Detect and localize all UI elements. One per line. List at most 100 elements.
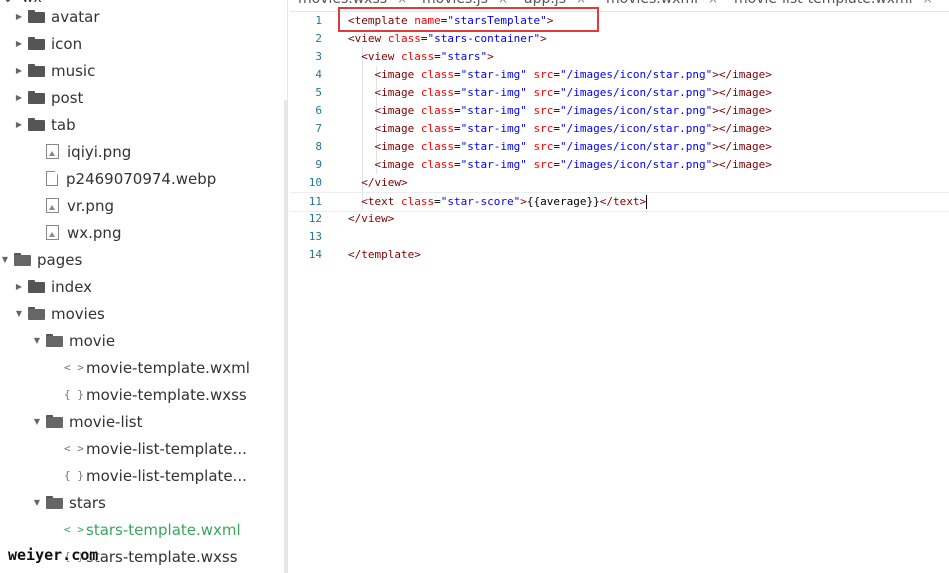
image-file-icon: [46, 144, 59, 159]
tree-item-tab[interactable]: ▶ tab: [0, 111, 285, 138]
line-number: 12: [308, 212, 322, 225]
code-line[interactable]: 2 <view class="stars-container">: [290, 30, 949, 48]
tree-item-wx-png[interactable]: ▶wx.png: [0, 219, 285, 246]
code-line[interactable]: 3 <view class="stars">: [290, 48, 949, 66]
code-token: ></image>: [712, 68, 772, 81]
code-line[interactable]: 8 <image class="star-img" src="/images/i…: [290, 138, 949, 156]
line-number: 4: [315, 68, 322, 81]
code-token: <image: [374, 158, 421, 171]
code-line[interactable]: 11 <text class="star-score">{{average}}<…: [290, 192, 949, 212]
code-token: <image: [374, 104, 421, 117]
editor-tab[interactable]: movie-list-template.wxml ×: [734, 0, 933, 7]
close-tab-icon[interactable]: ×: [498, 0, 508, 6]
code-line[interactable]: 10 </view>: [290, 174, 949, 192]
expanded-arrow-icon[interactable]: ▼: [32, 417, 42, 426]
tree-item-label: index: [51, 277, 93, 296]
collapsed-arrow-icon[interactable]: ▶: [14, 39, 24, 48]
close-tab-icon[interactable]: ×: [923, 0, 933, 6]
tree-item-movie[interactable]: ▼ movie: [0, 327, 285, 354]
code-token: <image: [374, 140, 421, 153]
text-cursor: [646, 195, 648, 209]
tree-item-label: stars-template.wxml: [86, 520, 241, 539]
code-line[interactable]: 12 </view>: [290, 210, 949, 228]
code-token: "stars-container": [427, 32, 541, 45]
collapsed-arrow-icon[interactable]: ▶: [14, 120, 24, 129]
code-token: =: [453, 140, 461, 153]
markup-file-icon: < >: [64, 361, 84, 374]
file-explorer-sidebar: ⌄ wx ▶avatar▶icon▶music▶post▶tab▶iqiyi.p…: [0, 0, 285, 573]
code-line[interactable]: 14 </template>: [290, 246, 949, 264]
code-token: =: [553, 86, 560, 99]
tree-item-avatar[interactable]: ▶ avatar: [0, 3, 285, 30]
tree-item-movie-list[interactable]: ▼ movie-list: [0, 408, 285, 435]
collapsed-arrow-icon[interactable]: ▶: [14, 66, 24, 75]
tree-item-icon[interactable]: ▶ icon: [0, 30, 285, 57]
code-token: class: [420, 68, 454, 81]
tree-item-label: p2469070974.webp: [66, 169, 217, 188]
code-text: <image class="star-img" src="/images/ico…: [348, 156, 772, 174]
code-text: <view class="stars-container">: [348, 30, 547, 48]
close-tab-icon[interactable]: ×: [576, 0, 586, 6]
folder-icon: [46, 415, 63, 428]
code-token: "/images/icon/star.png": [559, 122, 713, 135]
editor-tab[interactable]: movies.js ×: [422, 0, 508, 7]
code-text: <image class="star-img" src="/images/ico…: [348, 84, 772, 102]
expanded-arrow-icon[interactable]: ▼: [32, 498, 42, 507]
code-line[interactable]: 4 <image class="star-img" src="/images/i…: [290, 66, 949, 84]
tree-item-label: music: [51, 61, 96, 80]
style-file-icon: { }: [64, 469, 84, 482]
close-tab-icon[interactable]: ×: [708, 0, 718, 6]
tree-item-index[interactable]: ▶ index: [0, 273, 285, 300]
code-editor[interactable]: 1 <template name="starsTemplate"> 2 <view c…: [290, 12, 949, 573]
code-line[interactable]: 9 <image class="star-img" src="/images/i…: [290, 156, 949, 174]
line-number: 2: [315, 32, 322, 45]
code-token: ></image>: [712, 122, 772, 135]
tree-item-post[interactable]: ▶ post: [0, 84, 285, 111]
collapsed-arrow-icon[interactable]: ▶: [14, 282, 24, 291]
code-token: "star-img": [460, 140, 527, 153]
editor-tab[interactable]: movies.wxml ×: [606, 0, 718, 7]
tree-item-pages[interactable]: ▼ pages: [0, 246, 285, 273]
line-number: 8: [315, 140, 322, 153]
code-token: "star-score": [440, 195, 521, 208]
tab-label: movies.wxml: [606, 0, 698, 7]
tree-item-music[interactable]: ▶ music: [0, 57, 285, 84]
folder-icon: [28, 64, 45, 77]
tree-item-movie-list-template[interactable]: ▶< >movie-list-template...: [0, 435, 285, 462]
tree-item-stars[interactable]: ▼ stars: [0, 489, 285, 516]
code-token: <view: [348, 32, 388, 45]
code-text: </view>: [348, 174, 407, 192]
collapsed-arrow-icon[interactable]: ▶: [14, 93, 24, 102]
tree-item-iqiyi-png[interactable]: ▶iqiyi.png: [0, 138, 285, 165]
tree-item-p2469070974-webp[interactable]: ▶p2469070974.webp: [0, 165, 285, 192]
tree-item-movie-template-wxss[interactable]: ▶{ }movie-template.wxss: [0, 381, 285, 408]
editor-tab[interactable]: movies.wxss ×: [298, 0, 407, 7]
tree-item-stars-template-wxml[interactable]: ▶< >stars-template.wxml: [0, 516, 285, 543]
tree-item-vr-png[interactable]: ▶vr.png: [0, 192, 285, 219]
code-line[interactable]: 13: [290, 228, 949, 246]
code-token: "/images/icon/star.png": [559, 140, 713, 153]
tree-item-label: movie: [69, 331, 116, 350]
collapsed-arrow-icon[interactable]: ▶: [14, 12, 24, 21]
expanded-arrow-icon[interactable]: ▼: [0, 255, 10, 264]
code-token: class: [420, 158, 454, 171]
tree-item-movie-template-wxml[interactable]: ▶< >movie-template.wxml: [0, 354, 285, 381]
folder-icon: [28, 37, 45, 50]
tree-item-label: movie-list-template...: [86, 466, 247, 485]
tree-item-movies[interactable]: ▼ movies: [0, 300, 285, 327]
code-line[interactable]: 6 <image class="star-img" src="/images/i…: [290, 102, 949, 120]
code-token: src: [533, 140, 554, 153]
tree-item-movie-list-template[interactable]: ▶{ }movie-list-template...: [0, 462, 285, 489]
tree-item-label: movie-list: [69, 412, 143, 431]
code-token: "star-img": [460, 86, 527, 99]
code-token: <image: [374, 122, 421, 135]
editor-tab[interactable]: app.js ×: [524, 0, 586, 7]
expanded-arrow-icon[interactable]: ▼: [14, 309, 24, 318]
close-tab-icon[interactable]: ×: [397, 0, 407, 6]
code-line[interactable]: 7 <image class="star-img" src="/images/i…: [290, 120, 949, 138]
code-line[interactable]: 5 <image class="star-img" src="/images/i…: [290, 84, 949, 102]
expanded-arrow-icon[interactable]: ▼: [32, 336, 42, 345]
code-token: =: [553, 104, 560, 117]
